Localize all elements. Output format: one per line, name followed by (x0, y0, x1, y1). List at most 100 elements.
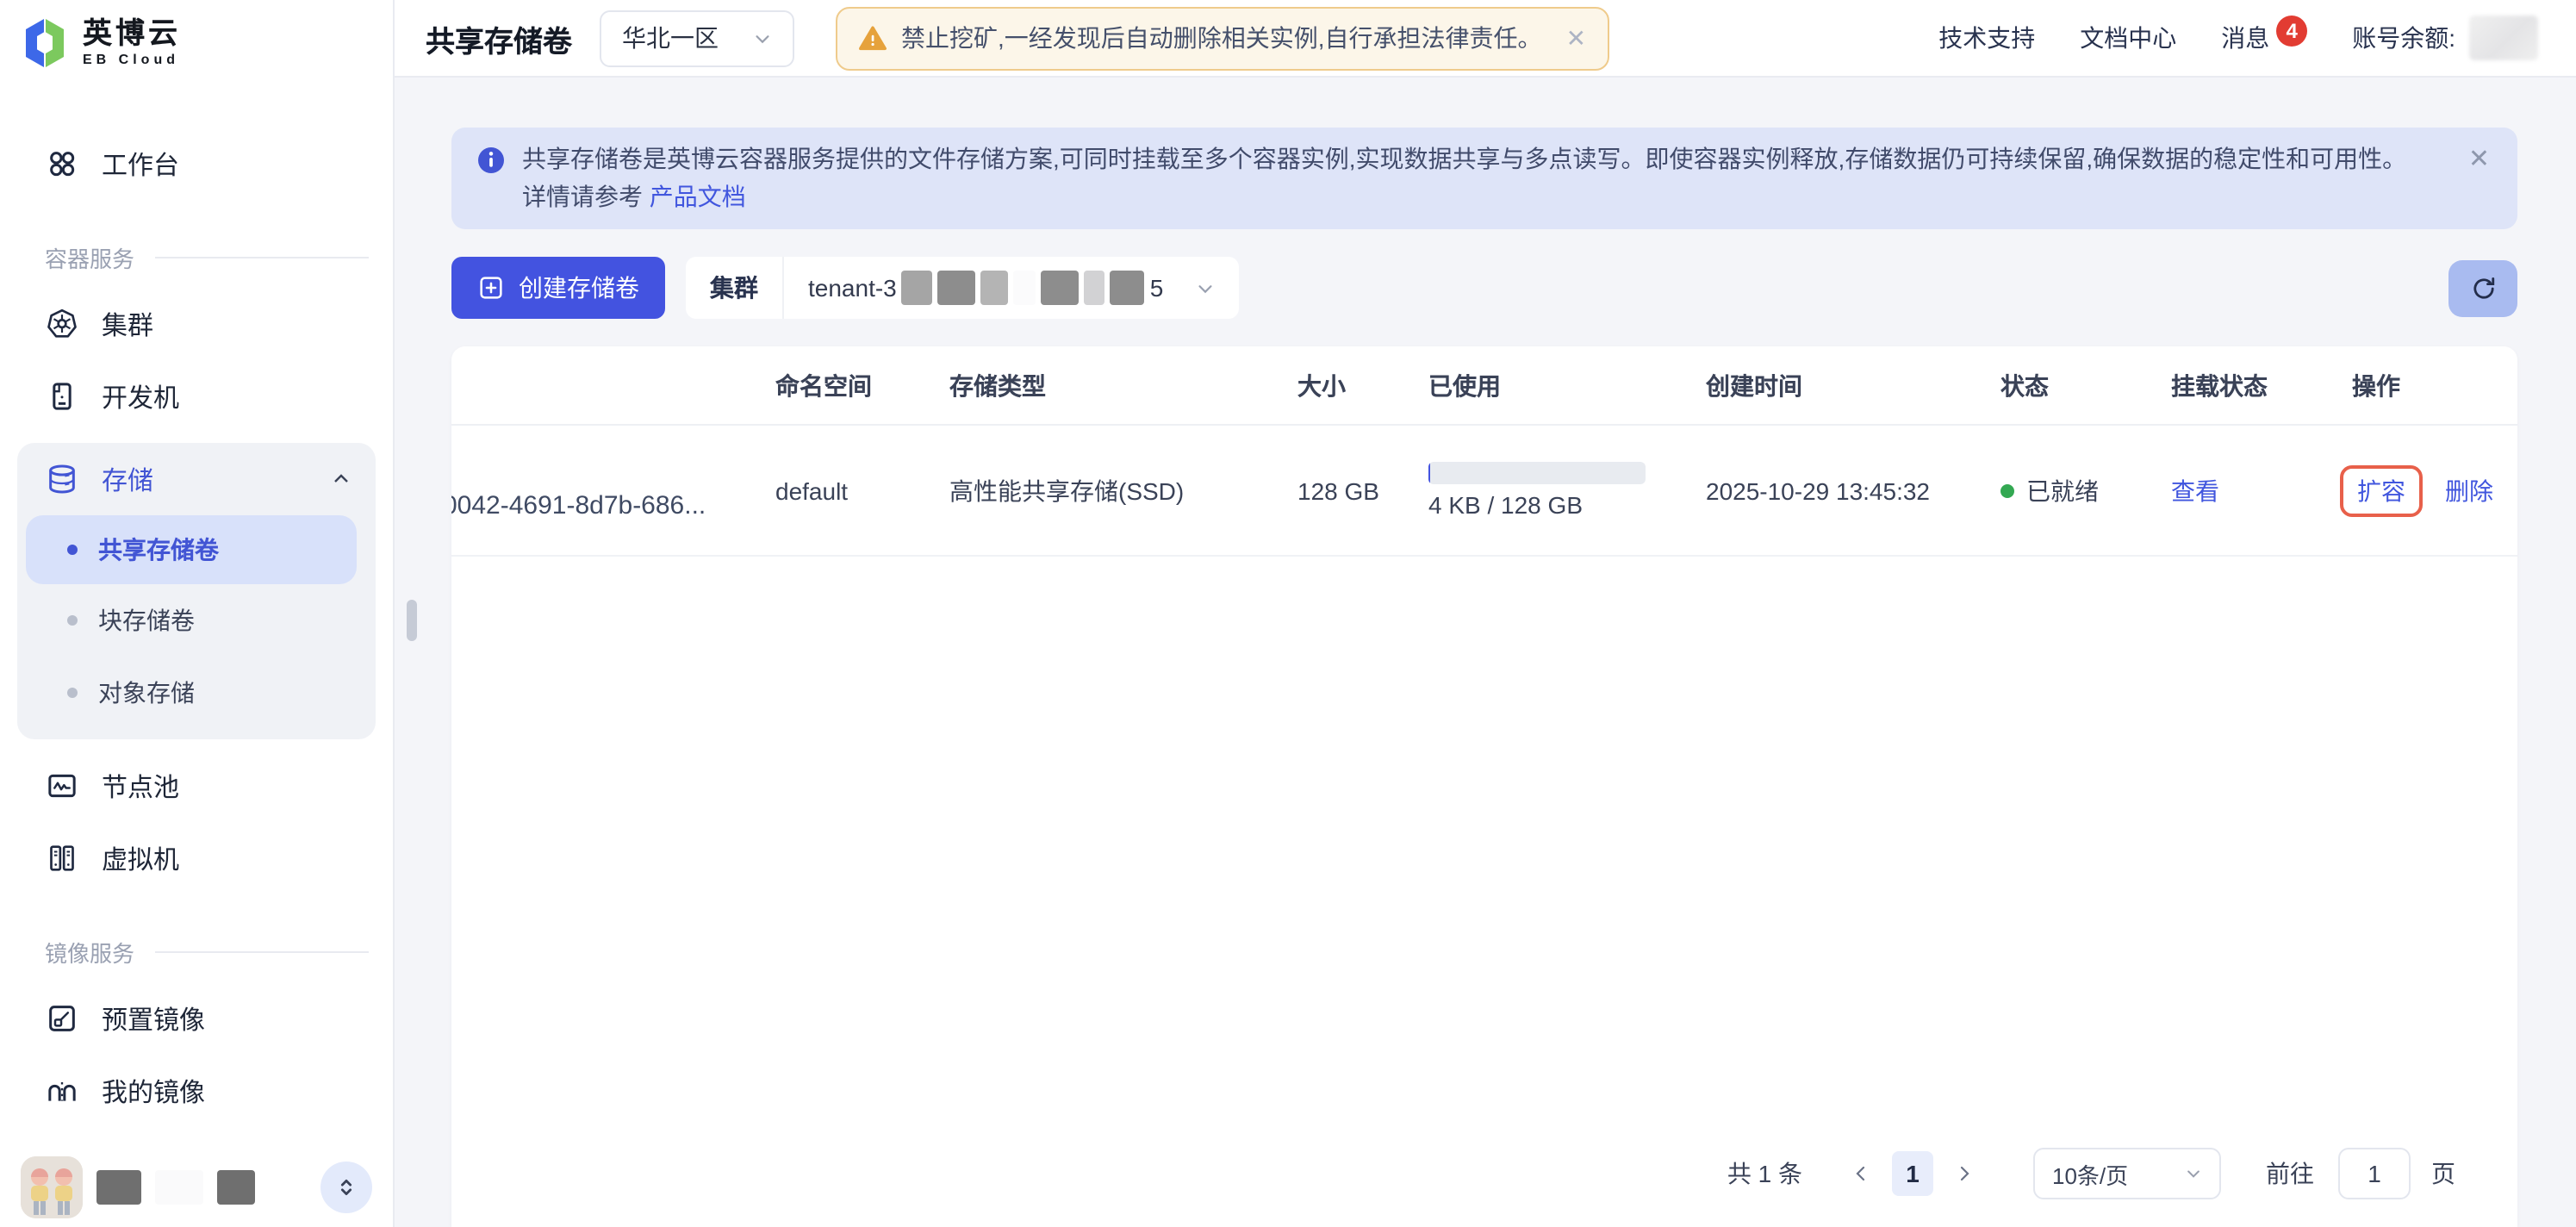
sidebar-item-vm[interactable]: 虚拟机 (17, 825, 376, 891)
view-mount-link[interactable]: 查看 (2171, 476, 2219, 504)
brand-text: 英博云 EB Cloud (83, 17, 181, 69)
redacted-cluster-block (902, 271, 933, 305)
cluster-value-suffix: 5 (1150, 274, 1164, 302)
redacted-cluster-block (1085, 271, 1105, 305)
cell-size: 128 GB (1297, 476, 1428, 504)
table-header-row: 命名空间 存储类型 大小 已使用 创建时间 状态 挂载状态 操作 (451, 346, 2517, 426)
user-menu-expand-button[interactable] (320, 1162, 372, 1213)
usage-progress-bar (1428, 462, 1646, 484)
sidebar-item-label: 工作台 (102, 146, 179, 182)
goto-label: 前往 (2266, 1156, 2314, 1191)
toolbar: 创建存储卷 集群 tenant-3 5 (451, 257, 2517, 319)
goto-page-input[interactable] (2338, 1148, 2411, 1199)
cell-status: 已就绪 (2000, 473, 2171, 508)
page-title: 共享存储卷 (426, 16, 572, 59)
cell-used: 4 KB / 128 GB (1428, 462, 1706, 519)
table-header-type: 存储类型 (949, 368, 1297, 402)
volume-table-card: 命名空间 存储类型 大小 已使用 创建时间 状态 挂载状态 操作 0042-46… (451, 346, 2517, 1227)
sidebar-item-storage[interactable]: 存储 (17, 443, 376, 515)
table-header-status: 状态 (2000, 368, 2171, 402)
topbar: 共享存储卷 华北一区 禁止挖矿,一经发现后自动删除相关实例,自行承担法律责任。 … (395, 0, 2576, 78)
cluster-value-prefix: tenant-3 (808, 274, 897, 302)
brand-name-en: EB Cloud (83, 52, 181, 69)
refresh-button[interactable] (2448, 259, 2517, 316)
sidebar-item-cluster[interactable]: 集群 (17, 291, 376, 357)
user-avatar[interactable] (21, 1156, 83, 1218)
warning-banner: 禁止挖矿,一经发现后自动删除相关实例,自行承担法律责任。 ✕ (836, 6, 1608, 70)
create-volume-button[interactable]: 创建存储卷 (451, 257, 665, 319)
topbar-links: 技术支持 文档中心 消息 4 账号余额: (1938, 16, 2538, 60)
current-page-button[interactable]: 1 (1892, 1151, 1933, 1196)
sidebar-item-workbench[interactable]: 工作台 (17, 131, 376, 196)
sidebar-item-preset-image[interactable]: 预置镜像 (17, 986, 376, 1051)
warning-close-icon[interactable]: ✕ (1566, 23, 1586, 53)
info-banner-close-icon[interactable]: ✕ (2468, 143, 2490, 174)
page-size-selector[interactable]: 10条/页 (2033, 1148, 2221, 1199)
sidebar-item-label: 虚拟机 (102, 840, 179, 876)
bullet-icon (67, 688, 78, 698)
redacted-cluster-block (1111, 271, 1145, 305)
annotation-highlight-box: 扩容 (2340, 464, 2423, 516)
refresh-icon (2468, 273, 2498, 302)
sidebar-subitem-object-storage[interactable]: 对象存储 (17, 657, 376, 729)
info-line1: 共享存储卷是英博云容器服务提供的文件存储方案,可同时挂载至多个容器实例,实现数据… (522, 140, 2406, 178)
product-docs-link[interactable]: 产品文档 (650, 183, 746, 210)
next-page-icon[interactable] (1944, 1163, 1985, 1184)
scrollbar-thumb[interactable] (407, 600, 417, 641)
docs-link[interactable]: 文档中心 (2080, 21, 2176, 55)
brand-logo: 英博云 EB Cloud (0, 0, 393, 100)
cluster-selector[interactable]: 集群 tenant-3 5 (686, 257, 1239, 319)
prev-page-icon[interactable] (1840, 1163, 1882, 1184)
sidebar-item-nodepool[interactable]: 节点池 (17, 753, 376, 819)
chevron-up-icon[interactable] (331, 469, 352, 489)
expand-volume-link[interactable]: 扩容 (2357, 473, 2405, 508)
redacted-cluster-block (1014, 271, 1036, 305)
sidebar-item-devmachine[interactable]: 开发机 (17, 364, 376, 429)
redacted-username-block (217, 1170, 255, 1205)
region-selector[interactable]: 华北一区 (600, 9, 794, 66)
cluster-label: 集群 (686, 271, 782, 305)
bullet-icon (67, 545, 78, 555)
sidebar-item-label: 开发机 (102, 378, 179, 414)
brand-name-cn: 英博云 (83, 17, 181, 52)
table-header-used: 已使用 (1428, 368, 1706, 402)
my-image-icon (45, 1074, 79, 1108)
sidebar-item-label: 存储 (102, 461, 153, 497)
redacted-username-block (155, 1170, 203, 1205)
redacted-cluster-block (1042, 271, 1080, 305)
info-banner: 共享存储卷是英博云容器服务提供的文件存储方案,可同时挂载至多个容器实例,实现数据… (451, 128, 2517, 229)
page-unit-label: 页 (2431, 1156, 2455, 1191)
warning-text: 禁止挖矿,一经发现后自动删除相关实例,自行承担法律责任。 (901, 21, 1542, 55)
bullet-icon (67, 615, 78, 626)
balance-label: 账号余额: (2352, 21, 2455, 55)
page-size-value: 10条/页 (2052, 1157, 2128, 1190)
warning-triangle-icon (858, 23, 887, 53)
redacted-cluster-block (981, 271, 1009, 305)
table-row: 0042-4691-8d7b-686... default 高性能共享存储(SS… (451, 426, 2517, 557)
region-value: 华北一区 (622, 21, 719, 55)
cell-volume-name[interactable]: 0042-4691-8d7b-686... (451, 491, 775, 520)
sidebar-subitem-block-volume[interactable]: 块存储卷 (17, 584, 376, 657)
support-link[interactable]: 技术支持 (1938, 21, 2035, 55)
plus-square-icon (477, 274, 505, 302)
workbench-grid-icon (45, 146, 79, 181)
info-line2: 详情请参考 产品文档 (522, 178, 2406, 215)
delete-volume-link[interactable]: 删除 (2445, 473, 2493, 508)
messages-link[interactable]: 消息 4 (2221, 21, 2307, 55)
cell-storage-type: 高性能共享存储(SSD) (949, 473, 1297, 508)
info-line2-prefix: 详情请参考 (522, 183, 650, 210)
cell-created-time: 2025-10-29 13:45:32 (1706, 476, 2000, 504)
account-balance: 账号余额: (2352, 16, 2538, 60)
kubernetes-icon (45, 307, 79, 341)
sidebar-subitem-shared-volume[interactable]: 共享存储卷 (26, 515, 357, 584)
section-label: 镜像服务 (45, 936, 134, 969)
cell-namespace: default (775, 476, 949, 504)
virtual-machine-icon (45, 841, 79, 875)
message-count-badge: 4 (2276, 16, 2307, 47)
sidebar-item-my-image[interactable]: 我的镜像 (17, 1058, 376, 1124)
brand-logo-icon (22, 17, 67, 69)
sidebar-item-label: 节点池 (102, 768, 179, 804)
pagination-total: 共 1 条 (1727, 1156, 1802, 1191)
status-dot-icon (2000, 483, 2014, 497)
info-banner-text: 共享存储卷是英博云容器服务提供的文件存储方案,可同时挂载至多个容器实例,实现数据… (522, 140, 2406, 215)
